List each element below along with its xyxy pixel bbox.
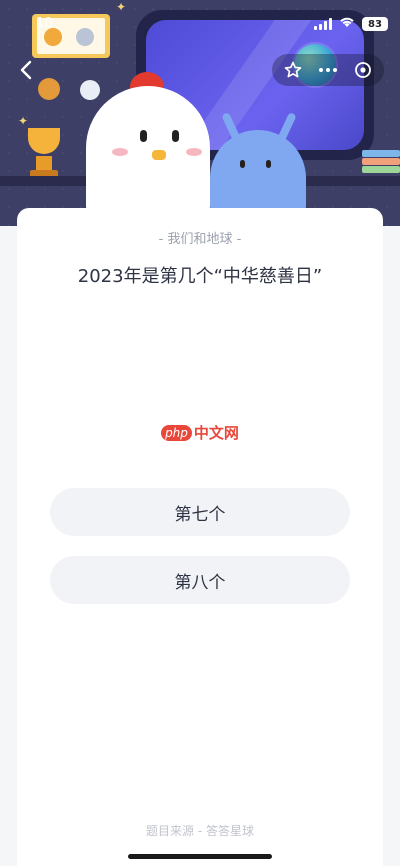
sparkle-icon: ✦ <box>116 0 127 14</box>
question-source: 题目来源 - 答答星球 <box>146 824 254 838</box>
answer-option-2[interactable]: 第八个 <box>50 556 350 604</box>
signal-icon <box>314 18 332 30</box>
chicken-mascot <box>86 86 210 226</box>
chicken-blush <box>186 148 202 156</box>
back-button[interactable] <box>14 58 38 82</box>
chicken-eye <box>172 130 179 142</box>
chevron-left-icon <box>20 60 32 80</box>
question-text: 2023年是第几个“中华慈善日” <box>77 266 323 287</box>
watermark: php 中文网 <box>17 422 383 443</box>
status-time: 10 <box>36 16 53 31</box>
sparkle-icon: ✦ <box>18 114 29 128</box>
answer-option-1[interactable]: 第七个 <box>50 488 350 536</box>
section-subtitle: - 我们和地球 - <box>158 232 242 247</box>
white-medal-icon <box>80 80 100 100</box>
watermark-badge: php <box>161 424 192 441</box>
books-icon <box>362 150 400 178</box>
watermark-text: 中文网 <box>193 424 239 442</box>
chicken-beak <box>152 150 166 160</box>
chicken-blush <box>112 148 128 156</box>
status-bar: 83 <box>314 14 388 34</box>
alien-eye <box>266 160 271 168</box>
alien-eye <box>240 160 245 168</box>
wifi-icon <box>339 16 355 32</box>
bronze-medal-icon <box>38 78 60 100</box>
favorite-button[interactable] <box>280 57 306 83</box>
target-icon <box>355 62 371 78</box>
home-indicator <box>128 854 272 859</box>
star-icon <box>284 61 302 78</box>
more-button[interactable] <box>315 57 341 83</box>
mini-program-capsule <box>272 54 384 86</box>
battery-icon: 83 <box>362 17 388 31</box>
chicken-eye <box>140 130 147 142</box>
question-card: - 我们和地球 - 2023年是第几个“中华慈善日” php 中文网 第七个 第八… <box>17 208 383 866</box>
more-icon <box>319 68 337 72</box>
silver-medal-icon <box>76 28 94 46</box>
close-program-button[interactable] <box>350 57 376 83</box>
